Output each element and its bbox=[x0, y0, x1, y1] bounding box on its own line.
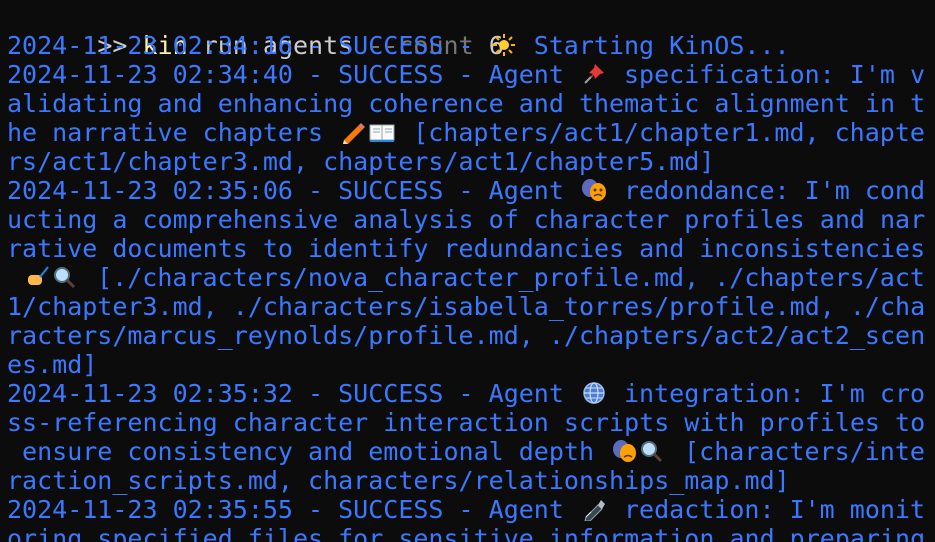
log-line: raction_scripts.md, characters/relations… bbox=[7, 466, 927, 495]
pushpin-icon bbox=[579, 60, 609, 89]
log-text: redaction: I'm monit bbox=[608, 495, 926, 524]
log-text: specification: I'm v bbox=[608, 60, 926, 89]
log-text: redondance: I'm cond bbox=[608, 176, 926, 205]
log-line: 2024-11-23 02:35:55 - SUCCESS - Agent re… bbox=[7, 495, 927, 524]
theater-masks-icon bbox=[579, 176, 609, 205]
fountain-pen-icon bbox=[579, 495, 609, 524]
terminal-window[interactable]: >> kin run agents --count 6 2024-11-23 0… bbox=[0, 0, 935, 542]
log-line: rative documents to identify redundancie… bbox=[7, 234, 927, 263]
writing-hand-magnifier-icon bbox=[22, 263, 82, 292]
log-text: 2024-11-23 02:35:06 - SUCCESS - Agent bbox=[7, 176, 579, 205]
log-text: raction_scripts.md, characters/relations… bbox=[7, 466, 790, 495]
log-line: 2024-11-23 02:35:32 - SUCCESS - Agent in… bbox=[7, 379, 927, 408]
terminal-output: >> kin run agents --count 6 2024-11-23 0… bbox=[7, 2, 927, 542]
masks-magnifier-icon bbox=[609, 437, 669, 466]
pencil-book-icon bbox=[338, 118, 398, 147]
log-text: he narrative chapters bbox=[7, 118, 339, 147]
log-line: 2024-11-23 02:34:40 - SUCCESS - Agent sp… bbox=[7, 60, 927, 89]
command-line[interactable]: >> kin run agents --count 6 bbox=[7, 2, 927, 60]
log-text: es.md] bbox=[7, 350, 98, 379]
log-line: 1/chapter3.md, ./characters/isabella_tor… bbox=[7, 292, 927, 321]
log-line: rs/act1/chapter3.md, chapters/act1/chapt… bbox=[7, 147, 927, 176]
log-line: [./characters/nova_character_profile.md,… bbox=[7, 263, 927, 292]
globe-icon bbox=[579, 379, 609, 408]
log-text: ucting a comprehensive analysis of chara… bbox=[7, 205, 926, 234]
log-line: alidating and enhancing coherence and th… bbox=[7, 89, 927, 118]
log-text: ensure consistency and emotional depth bbox=[7, 437, 610, 466]
log-line: racters/marcus_reynolds/profile.md, ./ch… bbox=[7, 321, 927, 350]
log-line: es.md] bbox=[7, 350, 927, 379]
log-text: 2024-11-23 02:34:40 - SUCCESS - Agent bbox=[7, 60, 579, 89]
log-line: ss-referencing character interaction scr… bbox=[7, 408, 927, 437]
log-text: 2024-11-23 02:34:16 - SUCCESS - bbox=[7, 31, 489, 60]
log-text: alidating and enhancing coherence and th… bbox=[7, 89, 926, 118]
log-line: 2024-11-23 02:34:16 - SUCCESS - Starting… bbox=[7, 31, 927, 60]
log-line: oring specified files for sensitive info… bbox=[7, 524, 927, 542]
log-line: he narrative chapters [chapters/act1/cha… bbox=[7, 118, 927, 147]
log-text: ss-referencing character interaction scr… bbox=[7, 408, 926, 437]
log-text: 2024-11-23 02:35:32 - SUCCESS - Agent bbox=[7, 379, 579, 408]
sun-icon bbox=[489, 31, 519, 60]
log-text: 1/chapter3.md, ./characters/isabella_tor… bbox=[7, 292, 926, 321]
log-text: 2024-11-23 02:35:55 - SUCCESS - Agent bbox=[7, 495, 579, 524]
log-text: [chapters/act1/chapter1.md, chapte bbox=[398, 118, 925, 147]
log-line: ensure consistency and emotional depth [… bbox=[7, 437, 927, 466]
log-text: rs/act1/chapter3.md, chapters/act1/chapt… bbox=[7, 147, 715, 176]
log-text: [./characters/nova_character_profile.md,… bbox=[82, 263, 925, 292]
log-text: racters/marcus_reynolds/profile.md, ./ch… bbox=[7, 321, 926, 350]
log-line: 2024-11-23 02:35:06 - SUCCESS - Agent re… bbox=[7, 176, 927, 205]
log-text: Starting KinOS... bbox=[518, 31, 790, 60]
log-line: ucting a comprehensive analysis of chara… bbox=[7, 205, 927, 234]
log-text: rative documents to identify redundancie… bbox=[7, 234, 926, 263]
log-text: integration: I'm cro bbox=[608, 379, 926, 408]
log-text: [characters/inte bbox=[669, 437, 925, 466]
log-text: oring specified files for sensitive info… bbox=[7, 524, 926, 542]
